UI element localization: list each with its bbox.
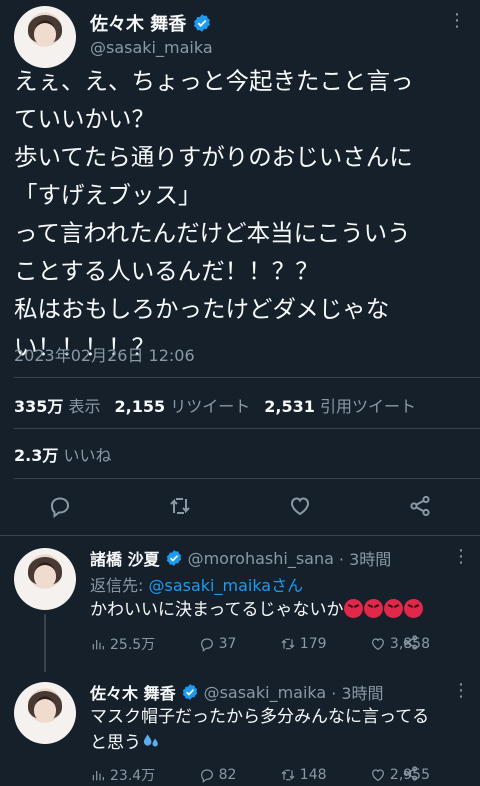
reply-icon: [200, 638, 213, 652]
tweet-text-line: って言われたんだけど本当にこういう: [14, 219, 411, 247]
reply-time[interactable]: · 3時間: [331, 680, 383, 704]
likes-count: 2.3万: [14, 446, 59, 465]
author-display-name[interactable]: 佐々木 舞香: [90, 10, 186, 36]
reply-replies[interactable]: 37: [199, 634, 237, 654]
share-button[interactable]: [408, 494, 432, 522]
reply-time[interactable]: · 3時間: [339, 546, 391, 570]
reply-share-button[interactable]: [402, 634, 419, 651]
reply-replies[interactable]: 82: [199, 765, 237, 785]
reply-replies-count: 37: [218, 636, 237, 652]
reply-retweets-count: 179: [299, 636, 327, 652]
quotes-stat[interactable]: 2,531 引用ツイート: [264, 393, 416, 417]
analytics-icon: [92, 771, 104, 781]
retweet-button[interactable]: [168, 494, 192, 522]
reply-metrics: 25.5万 37 179 3,858: [90, 634, 430, 654]
share-icon: [403, 766, 418, 781]
reply-more-options-icon[interactable]: ⋮: [452, 680, 471, 701]
reply-to-handle-link[interactable]: @sasaki_maika: [148, 576, 271, 595]
reply-text-line-with-emoji: と思う: [90, 730, 470, 756]
reply-to-line: 返信先: @sasaki_maikaさん: [90, 572, 303, 596]
reply-likes[interactable]: 2,955: [370, 765, 430, 785]
angry-face-icon: [384, 599, 404, 618]
analytics-icon: [92, 640, 104, 650]
reply-text: マスク帽子だったから多分みんなに言ってる と思う: [90, 704, 470, 756]
retweet-icon: [170, 498, 190, 514]
divider: [14, 478, 480, 479]
reply-text: かわいいに決まってるじゃないか: [90, 597, 424, 623]
share-icon: [410, 495, 430, 517]
reply-metrics: 23.4万 82 148 2,955: [90, 765, 430, 785]
tweet-text-line: ていいかい？: [14, 105, 155, 133]
tweet-timestamp[interactable]: 2023年02月26日 12:06: [14, 342, 195, 366]
heart-icon: [371, 638, 384, 651]
reply-share-button[interactable]: [402, 765, 419, 782]
like-button[interactable]: [288, 494, 312, 522]
tweet-text-line: 「すげえブッス」: [14, 181, 202, 209]
reply-views[interactable]: 23.4万: [90, 765, 155, 785]
reply-icon: [200, 769, 213, 783]
thread-line: [44, 614, 46, 672]
tweet-text-line: ことする人いるんだ！！？？: [14, 257, 319, 285]
author-handle[interactable]: @sasaki_maika: [90, 38, 213, 57]
views-label: 表示: [68, 397, 101, 416]
tweet-text-line: 歩いてたら通りすがりのおじいさんに: [14, 143, 413, 171]
verified-badge-icon: [194, 14, 211, 32]
reply-text-line: と思う: [90, 733, 141, 753]
views-count: 335万: [14, 397, 64, 416]
reply-button[interactable]: [48, 494, 72, 522]
reply-handle[interactable]: @morohashi_sana: [188, 549, 334, 568]
tweet-body: えぇ、え、ちょっと今起きたこと言っ ていいかい？ 歩いてたら通りすがりのおじいさ…: [14, 62, 474, 366]
reply-avatar[interactable]: [14, 682, 76, 744]
tweet-text-line: 私はおもしろかったけどダメじゃな: [14, 295, 390, 323]
author-name-row[interactable]: 佐々木 舞香: [90, 10, 212, 36]
reply-header: 諸橋 沙夏 @morohashi_sana · 3時間: [90, 546, 391, 570]
author-avatar[interactable]: [14, 6, 76, 68]
reply-retweets-count: 148: [299, 767, 327, 783]
sweat-droplets-icon: [143, 734, 158, 747]
reply-likes[interactable]: 3,858: [370, 634, 430, 654]
reply-header: 佐々木 舞香 @sasaki_maika · 3時間: [90, 680, 384, 704]
share-icon: [403, 635, 418, 650]
retweet-icon: [281, 638, 295, 650]
angry-face-icon: [344, 599, 364, 618]
reply-display-name[interactable]: 諸橋 沙夏: [90, 546, 160, 570]
likes-label: いいね: [63, 446, 112, 465]
retweets-count: 2,155: [114, 397, 166, 416]
retweets-stat[interactable]: 2,155 リツイート: [115, 393, 251, 417]
reply-text-line: マスク帽子だったから多分みんなに言ってる: [90, 707, 430, 727]
reply-handle[interactable]: @sasaki_maika: [204, 683, 327, 702]
angry-face-icon: [404, 599, 424, 618]
reply-retweets[interactable]: 148: [280, 765, 327, 785]
likes-stat[interactable]: 2.3万 いいね: [14, 442, 111, 466]
retweets-label: リツイート: [170, 397, 251, 416]
more-options-icon[interactable]: ⋮: [448, 10, 467, 31]
reply-replies-count: 82: [218, 767, 237, 783]
reply-more-options-icon[interactable]: ⋮: [452, 546, 471, 567]
reply-views[interactable]: 25.5万: [90, 634, 155, 654]
reply-views-count: 25.5万: [110, 637, 156, 653]
angry-face-icon: [364, 599, 384, 618]
reply-text-content: かわいいに決まってるじゃないか: [90, 600, 344, 620]
heart-icon: [290, 497, 310, 516]
reply-avatar[interactable]: [14, 548, 76, 610]
stats-row: 335万 表示 2,155 リツイート 2,531 引用ツイート: [14, 393, 416, 417]
reply-to-suffix: さん: [271, 576, 304, 595]
reply-to-prefix: 返信先:: [90, 576, 149, 595]
quotes-label: 引用ツイート: [319, 397, 416, 416]
divider: [14, 428, 480, 429]
quotes-count: 2,531: [264, 397, 315, 416]
divider: [0, 535, 480, 536]
heart-icon: [371, 769, 384, 782]
verified-badge-icon: [166, 550, 181, 566]
views-stat[interactable]: 335万 表示: [14, 393, 101, 417]
divider: [14, 377, 480, 378]
reply-display-name[interactable]: 佐々木 舞香: [90, 680, 176, 704]
verified-badge-icon: [182, 684, 197, 700]
reply-icon: [50, 497, 70, 519]
retweet-icon: [281, 769, 295, 781]
reply-retweets[interactable]: 179: [280, 634, 327, 654]
tweet-text-line: えぇ、え、ちょっと今起きたこと言っ: [14, 67, 414, 95]
reply-views-count: 23.4万: [110, 768, 156, 784]
